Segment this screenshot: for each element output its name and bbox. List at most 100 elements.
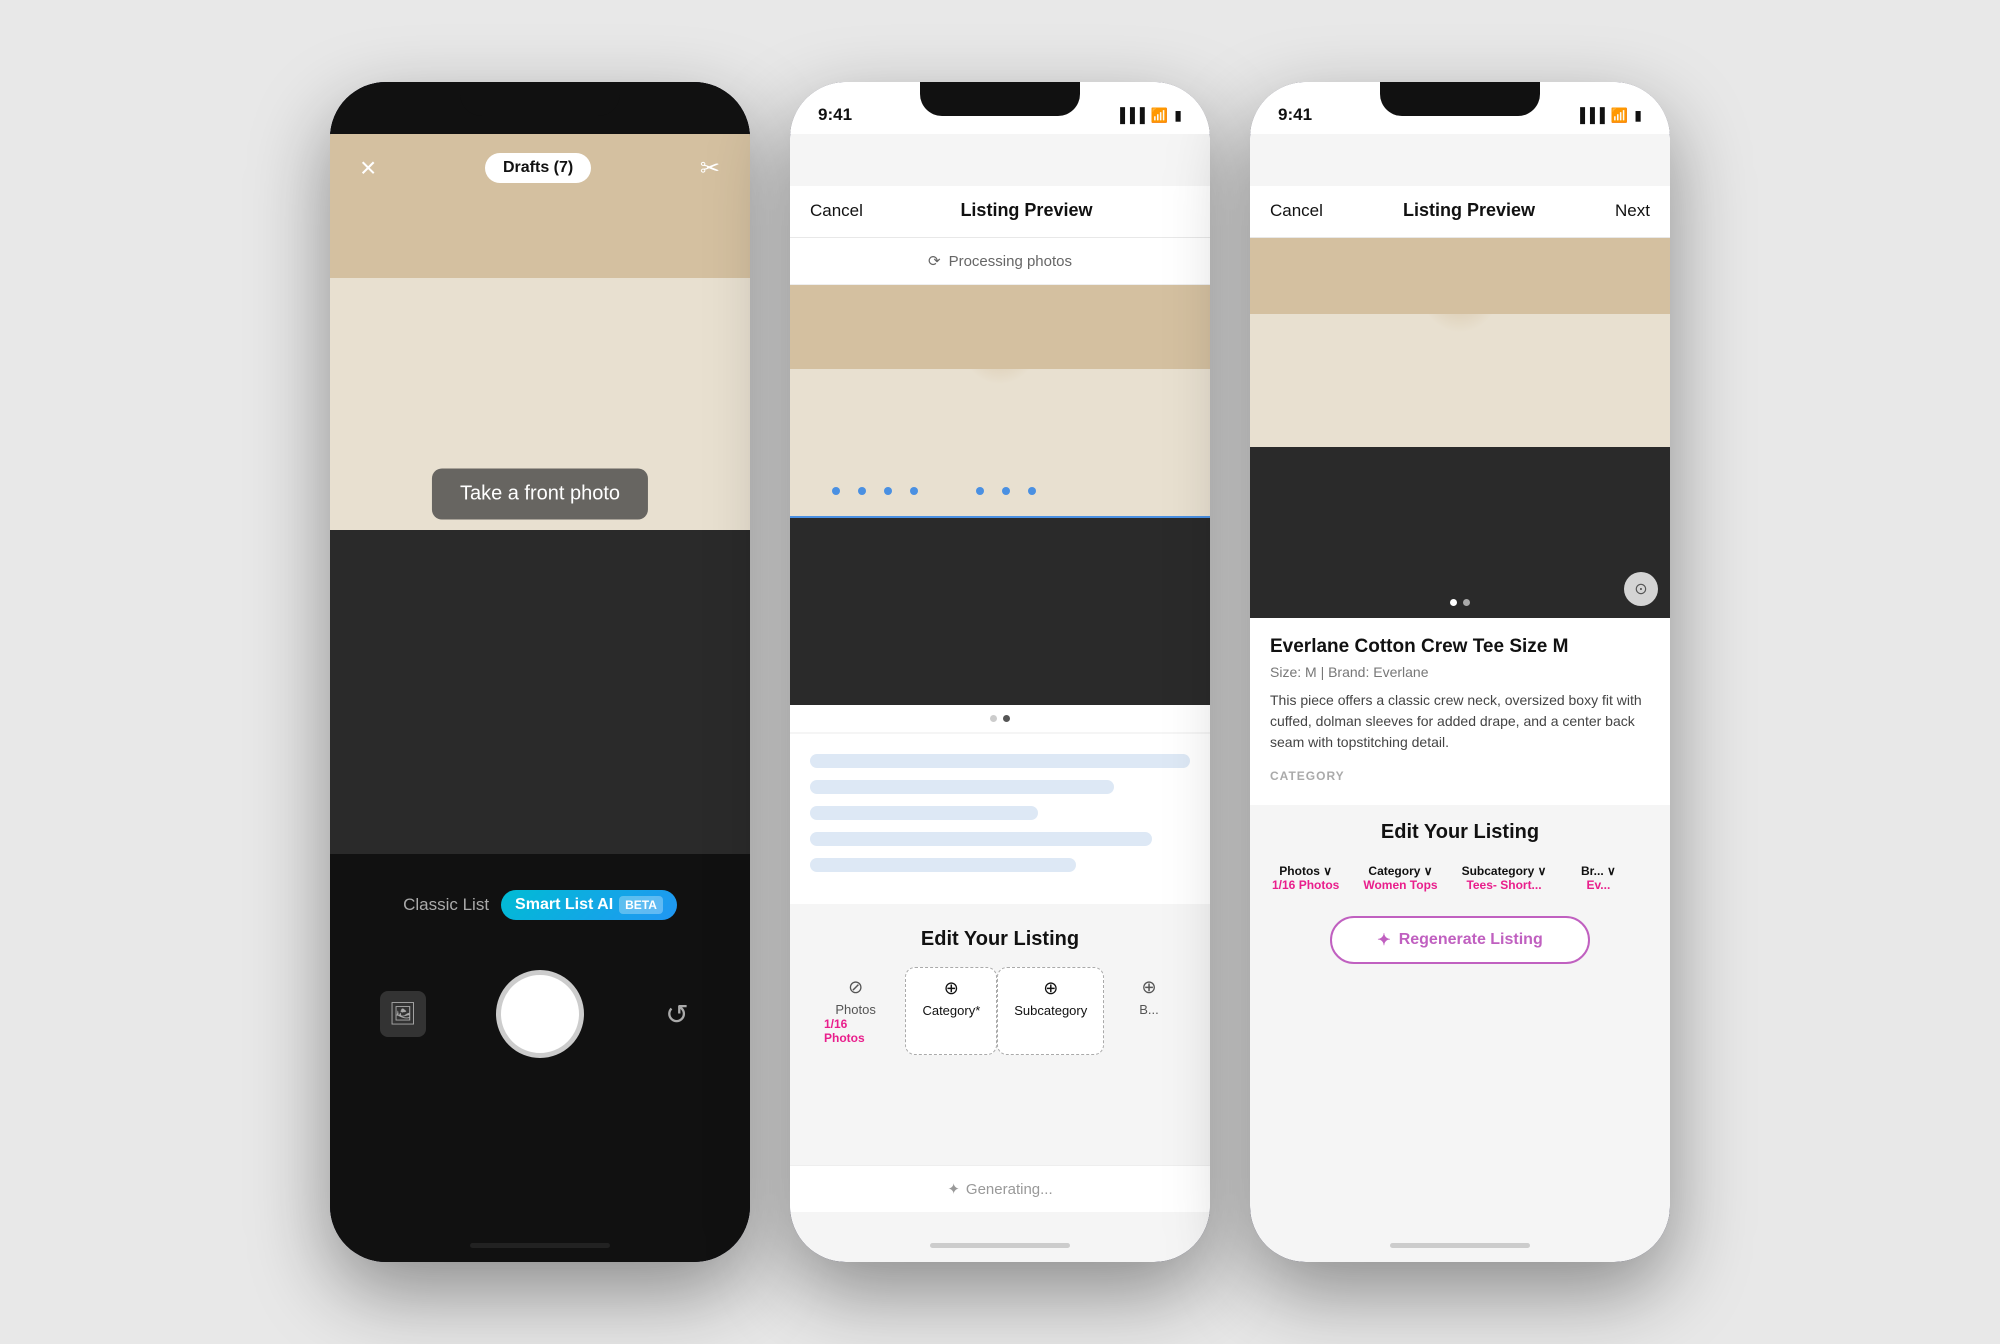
- tab-subcategory-2[interactable]: ⊕ Subcategory: [997, 967, 1104, 1055]
- subcategory-tab-label-3: Subcategory ∨: [1462, 864, 1547, 878]
- loading-bar-4: [810, 832, 1152, 846]
- shutter-row: 🖼 ↺: [330, 970, 750, 1058]
- notch-3: [1380, 82, 1540, 116]
- category-tab-icon: ⊕: [944, 978, 959, 999]
- next-button-3[interactable]: Next: [1615, 201, 1650, 221]
- listing-preview-title-2: Listing Preview: [960, 200, 1092, 221]
- status-time-2: 9:41: [818, 105, 852, 125]
- generating-text: Generating...: [966, 1181, 1053, 1198]
- scissors-icon[interactable]: ✂: [700, 154, 720, 183]
- processing-text: Processing photos: [949, 253, 1072, 270]
- gallery-icon: 🖼: [389, 1001, 417, 1027]
- dot-2: [1003, 715, 1010, 722]
- subcategory-tab-value-3: Tees- Short...: [1466, 878, 1541, 892]
- classic-list-label[interactable]: Classic List: [403, 895, 489, 915]
- processing-banner: ⟳ Processing photos: [790, 238, 1210, 285]
- camera-prompt-overlay: Take a front photo: [432, 469, 648, 520]
- notch-2: [920, 82, 1080, 116]
- tab-brand-2[interactable]: ⊕ B...: [1104, 967, 1194, 1055]
- scan-dot: [858, 487, 866, 495]
- status-icons-3: ▐▐▐ 📶 ▮: [1575, 107, 1642, 124]
- cancel-button-3[interactable]: Cancel: [1270, 201, 1323, 221]
- regenerate-button[interactable]: ✦ Regenerate Listing: [1330, 916, 1590, 964]
- edit-section-title-3: Edit Your Listing: [1250, 805, 1670, 856]
- subcategory-tab-icon: ⊕: [1043, 978, 1058, 999]
- tab-photos-3[interactable]: Photos ∨ 1/16 Photos: [1260, 856, 1351, 900]
- scan-dot: [1028, 487, 1036, 495]
- scan-dot: [832, 487, 840, 495]
- scan-dot: [976, 487, 984, 495]
- listing-details: Everlane Cotton Crew Tee Size M Size: M …: [1250, 618, 1670, 805]
- loading-bar-1: [810, 754, 1190, 768]
- result-photo: ⊙: [1250, 238, 1670, 618]
- scan-dot: [884, 487, 892, 495]
- drafts-button[interactable]: Drafts (7): [485, 153, 591, 183]
- photo-subject-3: [1250, 238, 1670, 618]
- tab-subcategory-3[interactable]: Subcategory ∨ Tees- Short...: [1450, 856, 1559, 900]
- camera-top-bar: × Drafts (7) ✂: [330, 134, 750, 202]
- phone3-header: Cancel Listing Preview Next: [1250, 186, 1670, 238]
- result-dot-2: [1463, 599, 1470, 606]
- tab-brand-3[interactable]: Br... ∨ Ev...: [1558, 856, 1638, 900]
- image-pagination-dots-2: [790, 705, 1210, 732]
- tab-photos-2[interactable]: ⊘ Photos 1/16 Photos: [806, 967, 905, 1055]
- brand-tab-value-3: Ev...: [1587, 878, 1611, 892]
- home-indicator-2: [930, 1243, 1070, 1248]
- product-meta: Size: M | Brand: Everlane: [1270, 664, 1650, 680]
- gallery-button[interactable]: 🖼: [380, 991, 426, 1037]
- result-dot-1: [1450, 599, 1457, 606]
- camera-controls: Classic List Smart List AI BETA 🖼 ↺: [330, 854, 750, 1262]
- smart-list-button[interactable]: Smart List AI BETA: [501, 890, 677, 920]
- loading-bar-2: [810, 780, 1114, 794]
- loading-fields: [790, 734, 1210, 904]
- wifi-icon: 📶: [1151, 107, 1168, 124]
- tab-category-3[interactable]: Category ∨ Women Tops: [1351, 856, 1449, 900]
- wifi-icon-3: 📶: [1611, 107, 1628, 124]
- product-title: Everlane Cotton Crew Tee Size M: [1270, 636, 1650, 658]
- battery-icon: ▮: [1174, 107, 1182, 124]
- regenerate-label: Regenerate Listing: [1399, 931, 1543, 949]
- scan-dot: [910, 487, 918, 495]
- brand-tab-label-3: Br... ∨: [1581, 864, 1616, 878]
- cancel-button-2[interactable]: Cancel: [810, 201, 863, 221]
- photo-subject-2: [790, 285, 1210, 705]
- shutter-button[interactable]: [496, 970, 584, 1058]
- scan-line: [790, 516, 1210, 518]
- phone-3: 9:41 ▐▐▐ 📶 ▮ Cancel Listing Preview Next…: [1250, 82, 1670, 1262]
- flip-icon: ↺: [665, 998, 688, 1031]
- brand-tab-icon: ⊕: [1141, 977, 1156, 998]
- camera-viewfinder: Take a front photo: [330, 134, 750, 854]
- close-button[interactable]: ×: [360, 152, 376, 184]
- listing-photo-2: [790, 285, 1210, 705]
- edit-tabs-2: ⊘ Photos 1/16 Photos ⊕ Category* ⊕ Subca…: [790, 967, 1210, 1055]
- category-label: CATEGORY: [1270, 769, 1650, 783]
- photos-tab-label-3: Photos ∨: [1279, 864, 1332, 878]
- smart-list-label: Smart List AI: [515, 896, 613, 914]
- phone-2: 9:41 ▐▐▐ 📶 ▮ Cancel Listing Preview ⟳ Pr…: [790, 82, 1210, 1262]
- phone2-header: Cancel Listing Preview: [790, 186, 1210, 238]
- processing-spinner: ⟳: [928, 252, 941, 270]
- notch: [460, 82, 620, 116]
- home-indicator: [470, 1243, 610, 1248]
- photos-tab-value-3: 1/16 Photos: [1272, 878, 1339, 892]
- tab-category-2[interactable]: ⊕ Category*: [905, 967, 997, 1055]
- category-tab-value-3: Women Tops: [1363, 878, 1437, 892]
- flip-camera-button[interactable]: ↺: [654, 991, 700, 1037]
- listing-preview-title-3: Listing Preview: [1403, 200, 1535, 221]
- camera-icon: ⊙: [1634, 579, 1647, 599]
- category-tab-label: Category*: [922, 1003, 980, 1018]
- regenerate-icon: ✦: [1377, 930, 1390, 950]
- camera-icon-overlay[interactable]: ⊙: [1624, 572, 1658, 606]
- edit-section-title-2: Edit Your Listing: [790, 904, 1210, 967]
- scan-dot: [1002, 487, 1010, 495]
- loading-bar-5: [810, 858, 1076, 872]
- loading-bar-3: [810, 806, 1038, 820]
- phone-1: × Drafts (7) ✂ Take a front photo Classi…: [330, 82, 750, 1262]
- battery-icon-3: ▮: [1634, 107, 1642, 124]
- listing-image-container-2: [790, 285, 1210, 732]
- home-indicator-3: [1390, 1243, 1530, 1248]
- status-time-3: 9:41: [1278, 105, 1312, 125]
- dot-1: [990, 715, 997, 722]
- edit-tabs-3: Photos ∨ 1/16 Photos Category ∨ Women To…: [1250, 856, 1670, 900]
- category-tab-label-3: Category ∨: [1368, 864, 1432, 878]
